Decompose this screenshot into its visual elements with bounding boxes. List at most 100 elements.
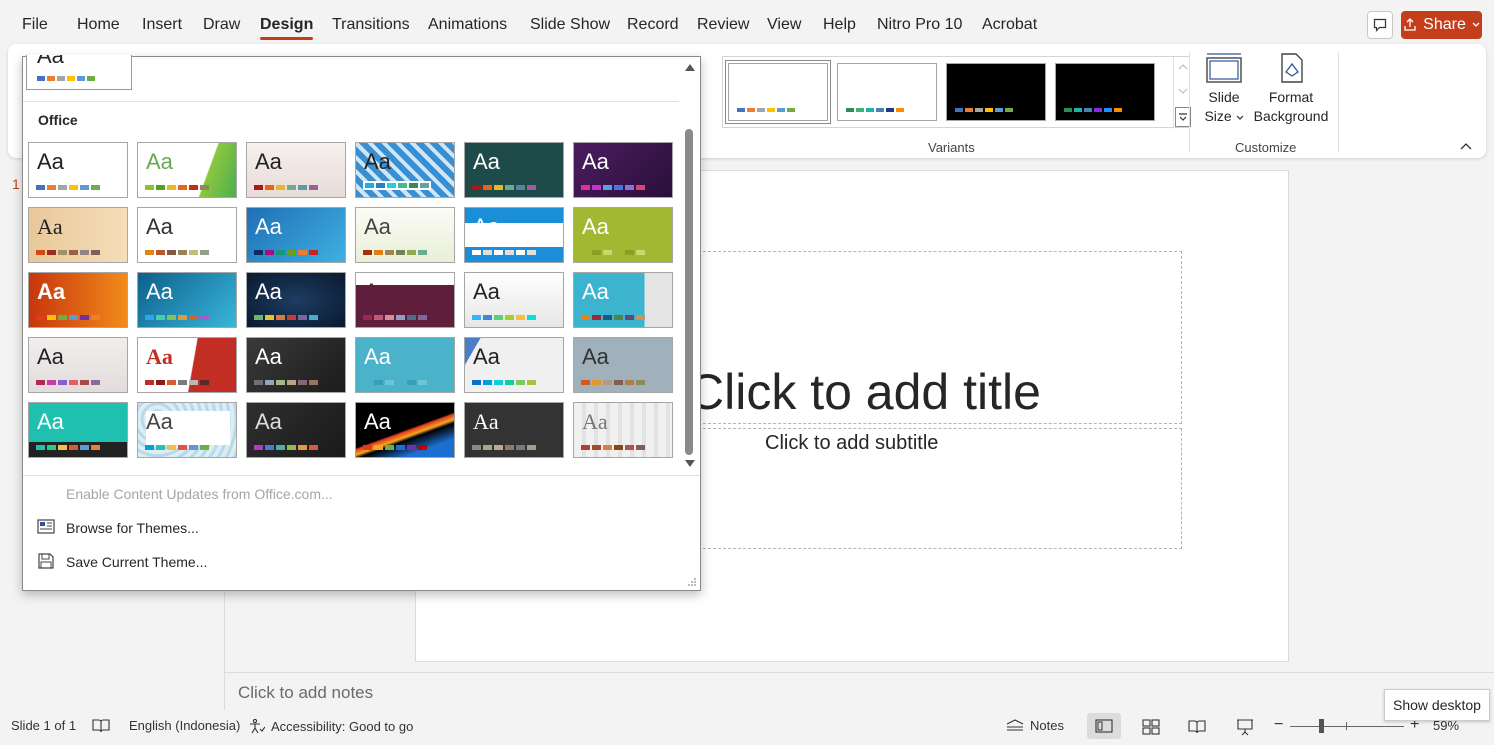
theme-mesh[interactable]: Aa <box>246 272 346 328</box>
zoom-slider[interactable] <box>1290 719 1404 733</box>
slide-thumbnail-number[interactable]: 1 <box>12 176 20 192</box>
theme-celestial[interactable]: Aa <box>246 402 346 458</box>
theme-ion[interactable]: Aa <box>464 142 564 198</box>
menu-insert[interactable]: Insert <box>142 16 182 34</box>
notes-toggle[interactable]: Notes <box>1006 718 1064 733</box>
variant-3[interactable] <box>946 63 1046 121</box>
scroll-down-icon[interactable] <box>684 459 696 468</box>
menu-view[interactable]: View <box>767 16 801 34</box>
theme-basis[interactable]: Aa <box>28 402 128 458</box>
share-icon <box>1404 18 1416 31</box>
scroll-up-icon[interactable] <box>1178 63 1188 71</box>
theme-preview-text: Aa <box>146 279 173 304</box>
notes-pane[interactable]: Click to add notes <box>225 672 1494 710</box>
theme-preview-text: Aa <box>582 149 609 174</box>
theme-preview-text: Aa <box>364 279 391 304</box>
theme-droplet[interactable]: Aa <box>137 272 237 328</box>
theme-savon[interactable]: Aa <box>355 272 455 328</box>
theme-preview-text: Aa <box>582 279 609 304</box>
theme-retrospect[interactable]: Aa <box>137 207 237 263</box>
slideshow-icon[interactable] <box>1236 718 1254 736</box>
slide-counter[interactable]: Slide 1 of 1 <box>11 718 76 733</box>
theme-organic[interactable]: Aa <box>573 142 673 198</box>
theme-parcel[interactable]: Aa <box>28 337 128 393</box>
theme-frame[interactable]: Aa <box>355 337 455 393</box>
spelling-status[interactable] <box>92 718 110 734</box>
theme-dividend-2[interactable]: Aa <box>573 402 673 458</box>
slide-size-label-2: Size <box>1204 108 1232 124</box>
theme-slice[interactable]: Aa <box>246 207 346 263</box>
subtitle-placeholder-text: Click to add subtitle <box>765 432 939 454</box>
theme-preview-text: Aa <box>37 344 64 369</box>
theme-view[interactable]: Aa <box>246 337 346 393</box>
theme-preview-text: Aa <box>255 409 282 434</box>
zoom-slider-thumb[interactable] <box>1319 719 1324 733</box>
menu-transitions[interactable]: Transitions <box>332 16 410 34</box>
theme-crop[interactable]: Aa <box>464 272 564 328</box>
theme-preview-text: Aa <box>364 344 391 369</box>
theme-facet[interactable]: Aa <box>137 142 237 198</box>
theme-preview-text: Aa <box>37 149 64 174</box>
share-button[interactable]: Share <box>1401 11 1482 39</box>
variant-2[interactable] <box>837 63 937 121</box>
browse-themes-item[interactable]: Browse for Themes... <box>66 520 199 536</box>
theme-office[interactable]: Aa <box>28 142 128 198</box>
theme-atlas[interactable]: Aa <box>355 402 455 458</box>
themes-dropdown: Aa Office Aa Aa Aa Aa Aa Aa Aa Aa Aa Aa … <box>22 55 701 591</box>
accessibility-status[interactable]: Accessibility: Good to go <box>249 718 413 734</box>
language-status[interactable]: English (Indonesia) <box>129 718 240 733</box>
menu-help[interactable]: Help <box>823 16 856 34</box>
save-current-theme-item[interactable]: Save Current Theme... <box>66 554 207 570</box>
menu-home[interactable]: Home <box>77 16 120 34</box>
menu-draw[interactable]: Draw <box>203 16 240 34</box>
current-theme-thumb[interactable]: Aa <box>26 55 132 90</box>
zoom-out-button[interactable]: − <box>1274 716 1283 734</box>
slide-sorter-icon[interactable] <box>1142 719 1160 735</box>
menu-slide-show[interactable]: Slide Show <box>530 16 610 34</box>
theme-quotable[interactable]: Aa <box>137 402 237 458</box>
format-background-icon <box>1281 53 1303 83</box>
menu-nitro[interactable]: Nitro Pro 10 <box>877 16 962 34</box>
resize-grip-icon[interactable] <box>687 577 697 587</box>
dropdown-separator <box>23 475 700 476</box>
slide-size-button[interactable]: Slide Size <box>1200 52 1248 126</box>
theme-vapor-trail[interactable]: Aa <box>137 337 237 393</box>
theme-wisp[interactable]: Aa <box>355 207 455 263</box>
variant-4[interactable] <box>1055 63 1155 121</box>
menu-file[interactable]: File <box>22 16 48 34</box>
theme-ion-boardroom[interactable]: Aa <box>355 142 455 198</box>
theme-badge[interactable]: Aa <box>573 272 673 328</box>
menu-record[interactable]: Record <box>627 16 679 34</box>
menu-bar: File Home Insert Draw Design Transitions… <box>0 0 1494 48</box>
scrollbar-thumb[interactable] <box>685 129 693 455</box>
menu-acrobat[interactable]: Acrobat <box>982 16 1037 34</box>
reading-view-icon[interactable] <box>1188 719 1206 735</box>
format-background-button[interactable]: Format Background <box>1251 52 1331 126</box>
share-label: Share <box>1423 16 1466 33</box>
menu-animations[interactable]: Animations <box>428 16 507 34</box>
collapse-ribbon-icon[interactable] <box>1460 142 1472 150</box>
theme-berlin[interactable]: Aa <box>464 207 564 263</box>
theme-preview-text: Aa <box>582 409 608 434</box>
theme-wood-type[interactable]: Aa <box>28 207 128 263</box>
theme-preview-text: Aa <box>364 409 391 434</box>
themes-scrollbar[interactable] <box>680 57 700 475</box>
theme-circuit[interactable]: Aa <box>573 207 673 263</box>
theme-madison[interactable]: Aa <box>464 402 564 458</box>
scroll-down-icon[interactable] <box>1178 87 1188 95</box>
menu-review[interactable]: Review <box>697 16 749 34</box>
theme-gallery[interactable]: Aa <box>464 337 564 393</box>
chevron-down-icon <box>1236 115 1243 120</box>
scroll-up-icon[interactable] <box>684 63 696 72</box>
theme-preview-text: Aa <box>582 214 609 239</box>
theme-dividend[interactable]: Aa <box>573 337 673 393</box>
theme-preview-text: Aa <box>255 149 282 174</box>
theme-main-event[interactable]: Aa <box>28 272 128 328</box>
variant-1[interactable] <box>725 60 831 124</box>
book-check-icon <box>92 719 110 733</box>
browse-themes-icon <box>37 519 55 534</box>
menu-design[interactable]: Design <box>260 16 314 40</box>
comments-button[interactable] <box>1367 11 1393 39</box>
theme-integral[interactable]: Aa <box>246 142 346 198</box>
normal-view-button[interactable] <box>1087 713 1121 739</box>
